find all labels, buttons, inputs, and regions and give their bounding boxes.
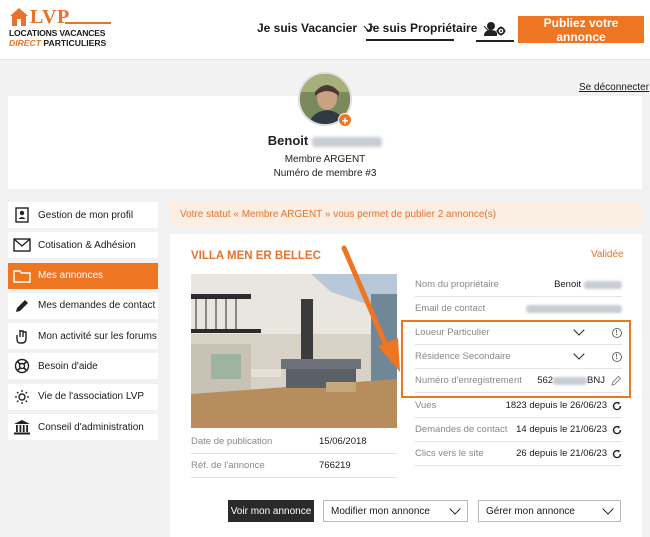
nav-vacancier[interactable]: Je suis Vacancier (257, 21, 374, 35)
sidebar-item-label: Cotisation & Adhésion (38, 239, 136, 251)
modify-ad-dropdown[interactable]: Modifier mon annonce (323, 500, 468, 522)
owner-label: Nom du propriétaire (415, 279, 499, 290)
stat-clicks-value: 26 depuis le 21/06/23 (516, 448, 607, 459)
stat-clicks-label: Clics vers le site (415, 448, 484, 459)
stat-views-value: 1823 depuis le 26/06/23 (505, 400, 607, 411)
sidebar-item-cotisation[interactable]: Cotisation & Adhésion (8, 232, 158, 259)
sidebar-item-label: Mes annonces (38, 270, 104, 282)
sun-icon (12, 388, 32, 406)
id-card-icon (12, 206, 32, 224)
refresh-icon[interactable] (612, 449, 622, 459)
sidebar-item-label: Besoin d'aide (38, 360, 98, 372)
sidebar-item-forums[interactable]: Mon activité sur les forums (8, 323, 158, 350)
user-settings-icon[interactable] (476, 16, 514, 42)
status-banner: Votre statut « Membre ARGENT » vous perm… (170, 202, 642, 226)
highlight-box (401, 320, 631, 398)
listing-ref-label: Réf. de l'annonce (191, 460, 265, 471)
manage-ad-dropdown[interactable]: Gérer mon annonce (478, 500, 621, 522)
owner-row: Nom du propriétaire Benoit (415, 273, 622, 297)
logo-particuliers: PARTICULIERS (43, 38, 107, 48)
house-icon (9, 7, 29, 27)
member-level: Membre ARGENT (284, 154, 366, 165)
folder-icon (12, 267, 32, 285)
email-value (526, 304, 622, 313)
sidebar-item-label: Mes demandes de contact (38, 300, 156, 312)
settings-underline (476, 40, 514, 42)
listing-ref-row: Réf. de l'annonce 766219 (191, 454, 397, 478)
chevron-down-icon (602, 502, 614, 515)
chevron-down-icon (449, 502, 461, 515)
listing-card: VILLA MEN ER BELLEC Validée Date de publ… (170, 234, 642, 537)
stat-contacts-row: Demandes de contact 14 depuis le 21/06/2… (415, 418, 622, 442)
pencil-icon (12, 297, 32, 315)
publication-date-label: Date de publication (191, 436, 273, 447)
stat-views-row: Vues 1823 depuis le 26/06/23 (415, 394, 622, 418)
logo-underline (65, 22, 111, 24)
hand-icon (12, 327, 32, 345)
sidebar-item-label: Gestion de mon profil (38, 209, 134, 221)
profile-name: Benoit (200, 133, 450, 148)
listing-status-badge: Validée (591, 249, 624, 260)
nav-proprietaire-label: Je suis Propriétaire (366, 21, 478, 35)
sidebar-item-contact-requests[interactable]: Mes demandes de contact (8, 292, 158, 319)
publication-date-value: 15/06/2018 (319, 436, 367, 447)
site-header: LVP LOCATIONS VACANCES DIRECT PARTICULIE… (0, 0, 650, 60)
refresh-icon[interactable] (612, 401, 622, 411)
redacted-owner-name (584, 280, 622, 289)
refresh-icon[interactable] (612, 425, 622, 435)
sidebar-item-label: Conseil d'administration (38, 421, 144, 433)
stat-clicks-row: Clics vers le site 26 depuis le 21/06/23 (415, 442, 622, 466)
logo-tagline-1: LOCATIONS VACANCES (9, 28, 106, 38)
sidebar-item-label: Vie de l'association LVP (38, 391, 145, 403)
sidebar-item-annonces[interactable]: Mes annonces (8, 262, 158, 289)
nav-vacancier-label: Je suis Vacancier (257, 21, 358, 35)
email-label: Email de contact (415, 303, 486, 314)
logo-tagline-2: DIRECT PARTICULIERS (9, 38, 111, 48)
profile-first-name: Benoit (267, 133, 309, 148)
modify-ad-label: Modifier mon annonce (331, 505, 430, 517)
listing-title[interactable]: VILLA MEN ER BELLEC (191, 250, 321, 262)
add-photo-icon[interactable]: + (338, 113, 352, 128)
nav-active-underline (366, 39, 454, 41)
sidebar-item-association[interactable]: Vie de l'association LVP (8, 383, 158, 410)
envelope-icon (12, 236, 32, 254)
publish-ad-button[interactable]: Publiez votre annonce (518, 16, 644, 44)
listing-ref-value: 766219 (319, 460, 351, 471)
sidebar-item-help[interactable]: Besoin d'aide (8, 353, 158, 380)
stat-contacts-label: Demandes de contact (415, 424, 508, 435)
nav-proprietaire[interactable]: Je suis Propriétaire (366, 21, 494, 35)
logo-direct: DIRECT (9, 38, 41, 48)
sidebar: Gestion de mon profil Cotisation & Adhés… (8, 202, 158, 444)
lifebuoy-icon (12, 357, 32, 375)
sidebar-item-profile[interactable]: Gestion de mon profil (8, 202, 158, 228)
sidebar-item-label: Mon activité sur les forums (38, 330, 157, 342)
member-number: Numéro de membre #3 (273, 168, 377, 179)
manage-ad-label: Gérer mon annonce (486, 505, 575, 517)
lvp-logo[interactable]: LVP LOCATIONS VACANCES DIRECT PARTICULIE… (9, 7, 111, 53)
redacted-last-name (312, 136, 383, 147)
stat-views-label: Vues (415, 400, 437, 411)
institution-icon (12, 418, 32, 436)
owner-value: Benoit (554, 279, 622, 290)
stat-contacts-value: 14 depuis le 21/06/23 (516, 424, 607, 435)
email-row: Email de contact (415, 297, 622, 321)
logout-link[interactable]: Se déconnecter (579, 82, 649, 93)
listing-photo[interactable] (191, 274, 397, 428)
publication-date-row: Date de publication 15/06/2018 (191, 430, 397, 454)
owner-first-name: Benoit (554, 279, 581, 290)
view-ad-button[interactable]: Voir mon annonce (228, 500, 314, 522)
sidebar-item-board[interactable]: Conseil d'administration (8, 414, 158, 441)
logo-brand: LVP (30, 6, 70, 28)
redacted-email (526, 304, 622, 313)
